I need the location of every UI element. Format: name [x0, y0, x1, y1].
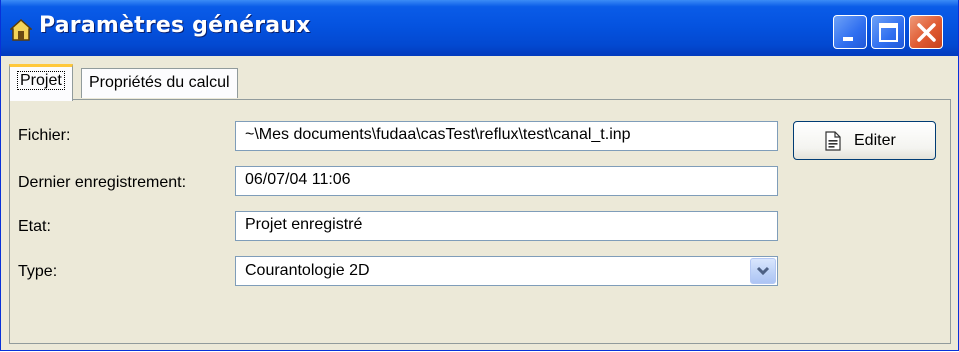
maximize-icon	[879, 23, 898, 42]
window-title: Paramètres généraux	[39, 13, 311, 38]
type-select[interactable]: Courantologie 2D	[235, 256, 778, 286]
close-icon	[917, 23, 936, 42]
fichier-field[interactable]: ~\Mes documents\fudaa\casTest\reflux\tes…	[235, 121, 778, 151]
type-label: Type:	[18, 263, 58, 280]
tab-proprietes-label: Propriétés du calcul	[89, 74, 230, 91]
tab-proprietes-du-calcul[interactable]: Propriétés du calcul	[81, 68, 238, 98]
close-button[interactable]	[909, 15, 943, 49]
edit-button-label: Editer	[854, 132, 896, 149]
tab-projet[interactable]: Projet	[9, 64, 73, 101]
dernier-enregistrement-label: Dernier enregistrement:	[18, 174, 187, 191]
minimize-icon	[843, 37, 853, 41]
tab-projet-label: Projet	[17, 71, 65, 90]
edit-button[interactable]: Editer	[793, 121, 936, 160]
home-icon	[10, 19, 32, 41]
maximize-button[interactable]	[871, 15, 905, 49]
dernier-enregistrement-field[interactable]: 06/07/04 11:06	[235, 166, 778, 196]
minimize-button[interactable]	[833, 15, 867, 49]
chevron-down-icon	[756, 266, 770, 276]
title-bar[interactable]: Paramètres généraux	[1, 0, 958, 56]
edit-document-icon	[825, 131, 841, 151]
type-dropdown-button[interactable]	[750, 258, 776, 284]
parametres-window: Paramètres généraux Projet Propriétés du…	[0, 0, 959, 351]
etat-label: Etat:	[18, 218, 51, 235]
type-selected-value: Courantologie 2D	[245, 262, 370, 279]
etat-field[interactable]: Projet enregistré	[235, 211, 778, 241]
fichier-label: Fichier:	[18, 127, 71, 144]
